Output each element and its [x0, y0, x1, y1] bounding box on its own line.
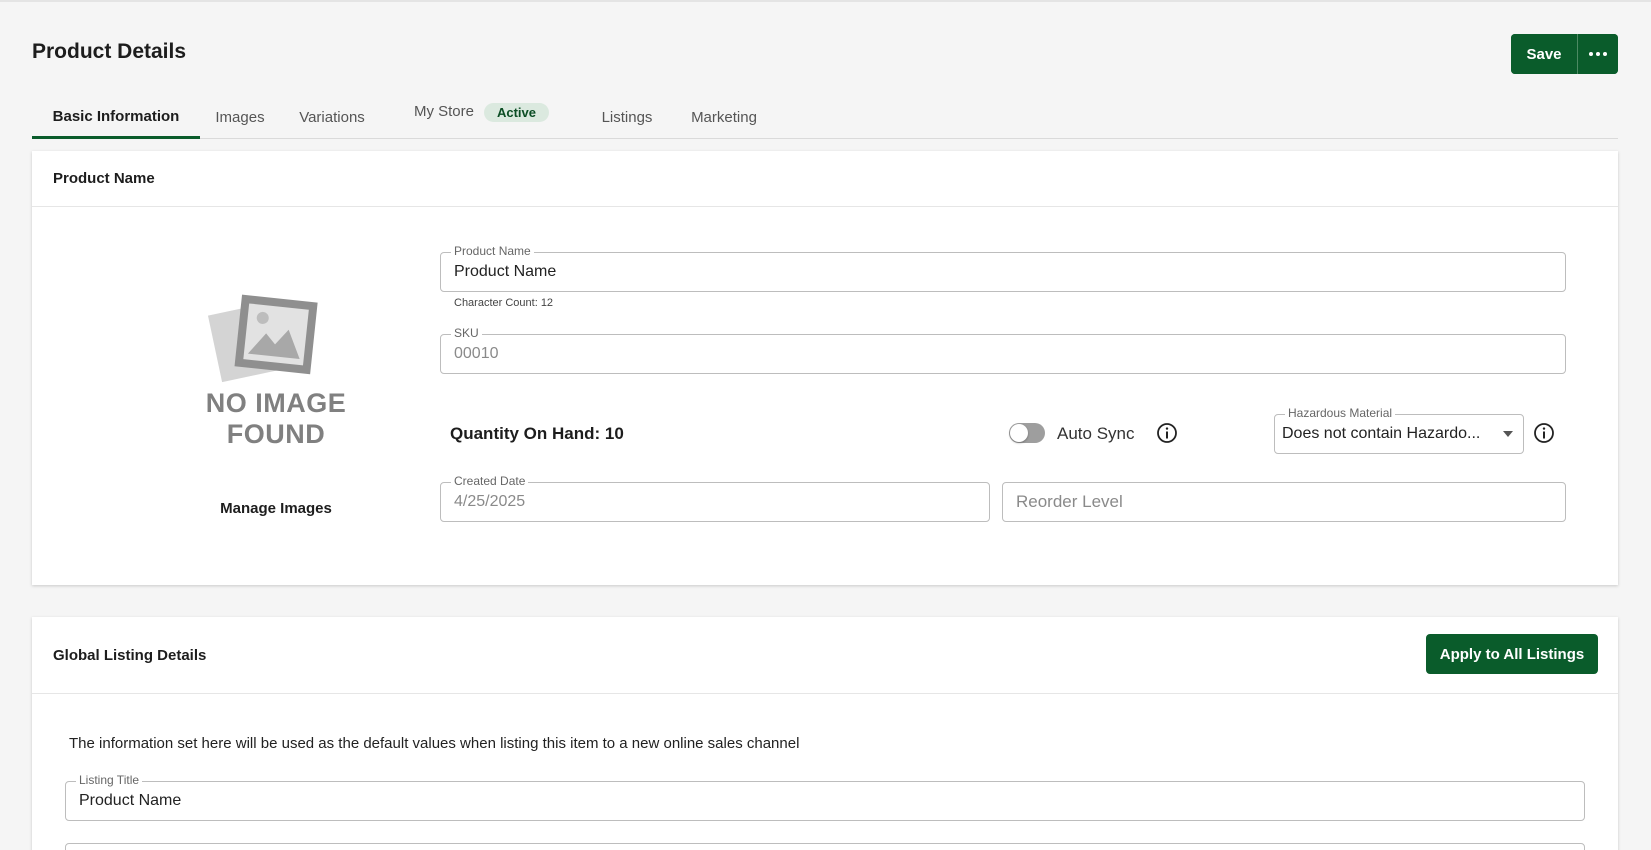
- no-image-line: FOUND: [226, 419, 326, 449]
- quantity-on-hand: Quantity On Hand: 10: [450, 424, 624, 443]
- created-date-value: 4/25/2025: [454, 493, 526, 510]
- product-name-card: Product Name NO IMAGE FOUND Manage Image…: [32, 151, 1618, 585]
- tab-listings[interactable]: Listings: [579, 96, 675, 139]
- manage-images-link[interactable]: Manage Images: [164, 500, 388, 517]
- tab-bar: Basic Information Images Variations My S…: [32, 96, 1618, 139]
- hazardous-material-select[interactable]: Hazardous Material Does not contain Haza…: [1274, 406, 1524, 454]
- card-header: Global Listing Details: [32, 617, 1618, 694]
- ellipsis-dot: [1596, 52, 1600, 56]
- tab-basic-information[interactable]: Basic Information: [32, 96, 200, 139]
- auto-sync-label: Auto Sync: [1057, 424, 1135, 443]
- card-title: Global Listing Details: [53, 646, 207, 664]
- created-date-field[interactable]: Created Date 4/25/2025: [440, 474, 990, 522]
- more-options-button[interactable]: [1577, 34, 1618, 74]
- status-badge: Active: [483, 103, 550, 122]
- tab-images[interactable]: Images: [200, 96, 280, 139]
- tab-label: Basic Information: [52, 107, 180, 125]
- apply-to-all-listings-button[interactable]: Apply to All Listings: [1426, 634, 1598, 674]
- reorder-level-input[interactable]: Reorder Level: [1002, 482, 1566, 522]
- sku-field[interactable]: SKU 00010: [440, 326, 1566, 374]
- top-divider: [0, 0, 1651, 2]
- listing-title-field[interactable]: Listing Title Product Name: [65, 773, 1585, 821]
- next-field[interactable]: [65, 843, 1585, 850]
- ellipsis-dot: [1603, 52, 1607, 56]
- no-image-line: NO IMAGE: [205, 388, 347, 418]
- tab-label: Images: [215, 109, 265, 126]
- listing-title-value: Product Name: [79, 792, 182, 809]
- tab-label: Variations: [299, 109, 365, 126]
- tab-marketing[interactable]: Marketing: [675, 96, 773, 139]
- reorder-level-placeholder: Reorder Level: [1016, 492, 1123, 511]
- tab-my-store[interactable]: My Store Active: [384, 96, 579, 139]
- product-name-field[interactable]: Product Name Product Name: [440, 244, 1566, 292]
- auto-sync-toggle[interactable]: [1009, 423, 1045, 443]
- caret-down-icon: [1503, 431, 1513, 437]
- tab-variations[interactable]: Variations: [280, 96, 384, 139]
- info-icon[interactable]: [1156, 422, 1178, 444]
- tab-label: Marketing: [691, 109, 757, 126]
- info-icon[interactable]: [1533, 422, 1555, 444]
- card-title: Product Name: [53, 170, 155, 187]
- page-title: Product Details: [32, 40, 187, 63]
- product-name-value: Product Name: [454, 263, 557, 280]
- character-count: Character Count: 12: [454, 297, 554, 309]
- global-listing-card: Global Listing Details Apply to All List…: [32, 617, 1618, 850]
- save-button-group: Save: [1511, 34, 1618, 74]
- tab-label: My Store: [413, 103, 474, 120]
- tab-label: Listings: [601, 109, 653, 126]
- sku-value: 00010: [454, 345, 499, 362]
- save-button[interactable]: Save: [1511, 34, 1577, 74]
- hazardous-material-value: Does not contain Hazardo...: [1282, 425, 1481, 442]
- listing-description: The information set here will be used as…: [69, 735, 800, 752]
- ellipsis-horizontal-icon: [1589, 52, 1593, 56]
- no-image-text: NO IMAGE FOUND: [172, 388, 380, 450]
- toggle-knob: [1010, 424, 1028, 442]
- card-header: Product Name: [32, 151, 1618, 207]
